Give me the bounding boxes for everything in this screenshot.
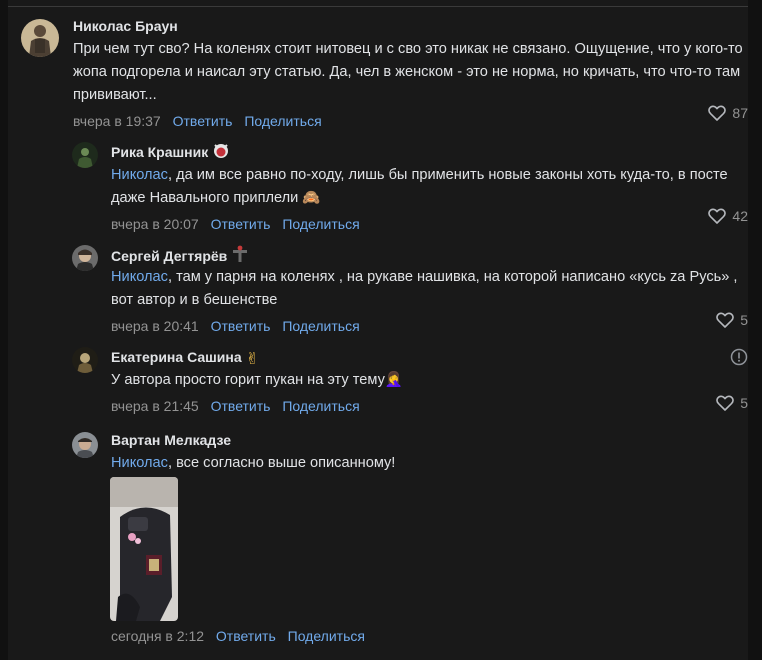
like-button[interactable]: 5	[716, 395, 748, 411]
author-name: Рика Крашник	[111, 144, 209, 160]
comment-sergey: Сергей Дегтярёв Николас, там у парня на …	[0, 230, 762, 335]
comment-time[interactable]: вчера в 21:45	[111, 398, 199, 414]
comment-text-body: , все согласно выше описанному!	[167, 455, 396, 471]
avatar[interactable]	[72, 142, 98, 168]
comment-author[interactable]: Рика Крашник	[111, 143, 741, 161]
comment-author[interactable]: Екатерина Сашина ✌	[111, 348, 711, 368]
mention-link[interactable]: Николас	[111, 167, 168, 183]
comment-text: Николас, там у парня на коленях , на рук…	[111, 266, 741, 312]
comment-meta: сегодня в 2:12 Ответить Поделиться	[111, 627, 711, 645]
comment-time[interactable]: сегодня в 2:12	[111, 628, 204, 644]
reply-button[interactable]: Ответить	[173, 113, 233, 129]
comment-nikolas: Николас Браун При чем тут сво? На коленя…	[0, 0, 762, 130]
reply-button[interactable]: Ответить	[211, 318, 271, 334]
share-button[interactable]: Поделиться	[282, 318, 359, 334]
comment-vartan: Вартан Мелкадзе Николас, все согласно вы…	[0, 420, 762, 660]
avatar-emoji-icon	[231, 245, 249, 267]
heart-icon	[716, 312, 735, 328]
like-button[interactable]: 5	[716, 312, 748, 328]
comment-meta: вчера в 19:37 Ответить Поделиться	[73, 112, 753, 130]
share-button[interactable]: Поделиться	[282, 398, 359, 414]
reply-button[interactable]: Ответить	[211, 398, 271, 414]
comment-ekaterina: Екатерина Сашина ✌ У автора просто горит …	[0, 335, 762, 420]
comment-rika: Рика Крашник Николас, да им все равно по…	[0, 130, 762, 232]
avatar[interactable]	[72, 347, 98, 373]
comment-text: У автора просто горит пукан на эту тему🤦…	[111, 372, 404, 388]
like-button[interactable]: 87	[708, 105, 748, 121]
avatar[interactable]	[72, 432, 98, 458]
comment-author[interactable]: Вартан Мелкадзе	[111, 431, 711, 449]
author-name: Сергей Дегтярёв	[111, 248, 228, 264]
mention-link[interactable]: Николас	[111, 269, 168, 285]
mention-link[interactable]: Николас	[111, 455, 168, 471]
attached-photo[interactable]	[110, 477, 178, 621]
comment-time[interactable]: вчера в 20:41	[111, 318, 199, 334]
comment-meta: вчера в 20:41 Ответить Поделиться	[111, 317, 741, 335]
like-count: 87	[732, 105, 748, 121]
like-count: 5	[740, 395, 748, 411]
comment-text: При чем тут сво? На коленях стоит нитове…	[73, 41, 743, 103]
comment-text: Николас, все согласно выше описанному!	[111, 452, 711, 475]
heart-icon	[708, 105, 727, 121]
heart-icon	[708, 208, 727, 224]
reply-button[interactable]: Ответить	[216, 628, 276, 644]
comment-text-body: , да им все равно по-ходу, лишь бы приме…	[111, 167, 728, 206]
comment-author[interactable]: Сергей Дегтярёв	[111, 245, 741, 264]
comment-text-body: , там у парня на коленях , на рукаве наш…	[111, 269, 738, 308]
author-emoji: ✌	[245, 351, 260, 368]
avatar[interactable]	[72, 245, 98, 271]
share-button[interactable]: Поделиться	[288, 628, 365, 644]
comment-time[interactable]: вчера в 19:37	[73, 113, 161, 129]
like-count: 42	[732, 208, 748, 224]
author-name: Екатерина Сашина	[111, 349, 242, 365]
like-button[interactable]: 42	[708, 208, 748, 224]
avatar-emoji-icon	[212, 143, 230, 163]
comment-text: Николас, да им все равно по-ходу, лишь б…	[111, 164, 741, 210]
comment-author[interactable]: Николас Браун	[73, 17, 753, 35]
comment-meta: вчера в 21:45 Ответить Поделиться	[111, 397, 711, 415]
like-count: 5	[740, 312, 748, 328]
avatar[interactable]	[21, 19, 59, 57]
report-icon[interactable]	[730, 348, 748, 371]
share-button[interactable]: Поделиться	[244, 113, 321, 129]
heart-icon	[716, 395, 735, 411]
